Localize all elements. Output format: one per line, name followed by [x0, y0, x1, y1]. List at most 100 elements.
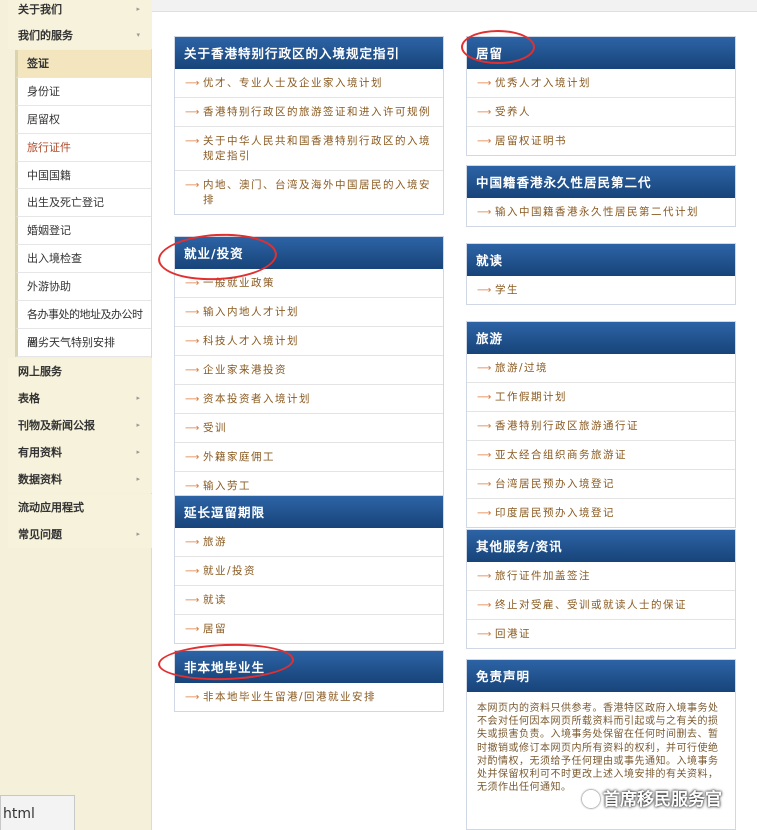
list-item[interactable]: ⟶ 输入中国籍香港永久性居民第二代计划 — [467, 198, 735, 226]
panel-entry-guide: 关于香港特别行政区的入境规定指引 ⟶ 优才、专业人士及企业家入境计划 ⟶ 香港特别行… — [174, 36, 444, 215]
chevron-right-icon: ▸ — [136, 448, 140, 456]
list-item[interactable]: ⟶ 台湾居民预办入境登记 — [467, 470, 735, 499]
nav-forms[interactable]: 表格 ▸ — [8, 385, 152, 412]
sub-item-office-addresses[interactable]: 各办事处的地址及办公时间 — [15, 301, 151, 349]
chevron-right-icon: ⟶ — [477, 479, 493, 490]
sub-item-birth-death[interactable]: 出生及死亡登记 — [15, 189, 151, 218]
list-item[interactable]: ⟶ 输入内地人才计划 — [175, 298, 443, 327]
chevron-right-icon: ⟶ — [477, 107, 493, 118]
panel-title: 其他服务/资讯 — [467, 530, 735, 562]
list-item[interactable]: ⟶ 企业家来港投资 — [175, 356, 443, 385]
panel-title: 就业/投资 — [175, 237, 443, 269]
panel-title: 就读 — [467, 244, 735, 276]
chevron-right-icon: ⟶ — [477, 450, 493, 461]
chevron-right-icon: ⟶ — [477, 629, 493, 640]
chevron-right-icon: ⟶ — [477, 600, 493, 611]
chevron-right-icon: ⟶ — [185, 692, 201, 703]
list-item[interactable]: ⟶ 旅行证件加盖签注 — [467, 562, 735, 591]
sub-item-weather[interactable]: 恶劣天气特别安排 — [15, 328, 151, 357]
list-item[interactable]: ⟶ 旅游 — [175, 528, 443, 557]
list-item[interactable]: ⟶ 香港特别行政区旅游通行证 — [467, 412, 735, 441]
nav-mobile-apps[interactable]: 流动应用程式 — [8, 494, 152, 521]
chevron-right-icon: ⟶ — [185, 423, 201, 434]
panel-title: 延长逗留期限 — [175, 496, 443, 528]
panel-title: 关于香港特别行政区的入境规定指引 — [175, 37, 443, 69]
chevron-right-icon: ⟶ — [185, 537, 201, 548]
list-item[interactable]: ⟶ 回港证 — [467, 620, 735, 648]
panel-employment: 就业/投资 ⟶ 一般就业政策 ⟶ 输入内地人才计划 ⟶ 科技人才入境计划 ⟶ 企业家来港… — [174, 236, 444, 501]
chevron-right-icon: ⟶ — [185, 78, 201, 89]
list-item[interactable]: ⟶ 就读 — [175, 586, 443, 615]
list-item[interactable]: ⟶ 工作假期计划 — [467, 383, 735, 412]
chevron-right-icon: ⟶ — [477, 421, 493, 432]
taskbar-tab[interactable]: html — [0, 795, 75, 830]
nav-statistics[interactable]: 数据资料 ▸ — [8, 466, 152, 493]
nav-useful-info[interactable]: 有用资料 ▸ — [8, 439, 152, 466]
list-item[interactable]: ⟶ 关于中华人民共和国香港特别行政区的入境规定指引 — [175, 127, 443, 171]
list-item[interactable]: ⟶ 非本地毕业生留港/回港就业安排 — [175, 683, 443, 711]
chevron-right-icon: ⟶ — [477, 285, 493, 296]
nav-our-services[interactable]: 我们的服务 ▾ — [8, 22, 152, 49]
list-item[interactable]: ⟶ 香港特别行政区的旅游签证和进入许可规例 — [175, 98, 443, 127]
chevron-right-icon: ▸ — [136, 530, 140, 538]
nav-about-us[interactable]: 关于我们 ▸ — [8, 0, 152, 23]
list-item[interactable]: ⟶ 居留权证明书 — [467, 127, 735, 155]
list-item[interactable]: ⟶ 受训 — [175, 414, 443, 443]
panel-title: 居留 — [467, 37, 735, 69]
chevron-right-icon: ⟶ — [185, 278, 201, 289]
list-item[interactable]: ⟶ 科技人才入境计划 — [175, 327, 443, 356]
panel-residence: 居留 ⟶ 优秀人才入境计划 ⟶ 受养人 ⟶ 居留权证明书 — [466, 36, 736, 156]
sub-item-immigration-clearance[interactable]: 出入境检查 — [15, 245, 151, 274]
list-item[interactable]: ⟶ 优才、专业人士及企业家入境计划 — [175, 69, 443, 98]
chevron-right-icon: ⟶ — [185, 180, 201, 191]
watermark: 首席移民服务官 — [582, 785, 722, 810]
chevron-right-icon: ⟶ — [185, 595, 201, 606]
chevron-right-icon: ▸ — [136, 5, 140, 13]
list-item[interactable]: ⟶ 学生 — [467, 276, 735, 304]
sub-item-travel-docs[interactable]: 旅行证件 — [15, 133, 151, 162]
chevron-right-icon: ⟶ — [185, 136, 201, 147]
nav-online-services[interactable]: 网上服务 — [8, 358, 152, 385]
list-item[interactable]: ⟶ 终止对受雇、受训或就读人士的保证 — [467, 591, 735, 620]
list-item[interactable]: ⟶ 亚太经合组织商务旅游证 — [467, 441, 735, 470]
chevron-right-icon: ⟶ — [185, 394, 201, 405]
list-item[interactable]: ⟶ 外籍家庭佣工 — [175, 443, 443, 472]
list-item[interactable]: ⟶ 就业/投资 — [175, 557, 443, 586]
chevron-right-icon: ⟶ — [185, 107, 201, 118]
sub-item-nationality[interactable]: 中国国籍 — [15, 161, 151, 190]
list-item[interactable]: ⟶ 印度居民预办入境登记 — [467, 499, 735, 527]
list-item[interactable]: ⟶ 优秀人才入境计划 — [467, 69, 735, 98]
disclaimer-text: 本网页内的资料只供参考。香港特区政府入境事务处不会对任何因本网页所载资料而引起或… — [477, 703, 719, 794]
chevron-right-icon: ▸ — [136, 394, 140, 402]
list-item[interactable]: ⟶ 旅游/过境 — [467, 354, 735, 383]
sub-item-right-of-abode[interactable]: 居留权 — [15, 105, 151, 134]
list-item[interactable]: ⟶ 居留 — [175, 615, 443, 643]
panel-nonlocal-graduates: 非本地毕业生 ⟶ 非本地毕业生留港/回港就业安排 — [174, 650, 444, 712]
panel-title: 免责声明 — [467, 660, 735, 692]
list-item[interactable]: ⟶ 资本投资者入境计划 — [175, 385, 443, 414]
panel-second-generation: 中国籍香港永久性居民第二代 ⟶ 输入中国籍香港永久性居民第二代计划 — [466, 165, 736, 227]
panel-other-services: 其他服务/资讯 ⟶ 旅行证件加盖签注 ⟶ 终止对受雇、受训或就读人士的保证 ⟶ 回港证 — [466, 529, 736, 649]
chevron-right-icon: ⟶ — [185, 336, 201, 347]
nav-publications[interactable]: 刊物及新闻公报 ▸ — [8, 412, 152, 439]
chevron-right-icon: ⟶ — [477, 392, 493, 403]
chevron-right-icon: ⟶ — [185, 307, 201, 318]
sub-item-marriage[interactable]: 婚姻登记 — [15, 217, 151, 246]
list-item[interactable]: ⟶ 受养人 — [467, 98, 735, 127]
sidebar: 关于我们 ▸ 我们的服务 ▾ 签证 身份证 居留权 旅行证件 中国国籍 出生及死亡登… — [0, 0, 152, 830]
wechat-logo-icon — [582, 790, 600, 808]
chevron-down-icon: ▾ — [136, 31, 140, 39]
panel-extension: 延长逗留期限 ⟶ 旅游 ⟶ 就业/投资 ⟶ 就读 ⟶ 居留 — [174, 495, 444, 644]
sub-item-visa[interactable]: 签证 — [15, 50, 151, 78]
sub-item-assistance-abroad[interactable]: 外游协助 — [15, 273, 151, 302]
nav-faq[interactable]: 常见问题 ▸ — [8, 521, 152, 548]
top-divider — [152, 0, 757, 12]
list-item[interactable]: ⟶ 内地、澳门、台湾及海外中国居民的入境安排 — [175, 171, 443, 214]
list-item[interactable]: ⟶ 一般就业政策 — [175, 269, 443, 298]
panel-title: 非本地毕业生 — [175, 651, 443, 683]
chevron-right-icon: ⟶ — [477, 571, 493, 582]
chevron-right-icon: ⟶ — [477, 136, 493, 147]
chevron-right-icon: ⟶ — [185, 452, 201, 463]
sub-item-id-card[interactable]: 身份证 — [15, 77, 151, 106]
chevron-right-icon: ⟶ — [185, 566, 201, 577]
